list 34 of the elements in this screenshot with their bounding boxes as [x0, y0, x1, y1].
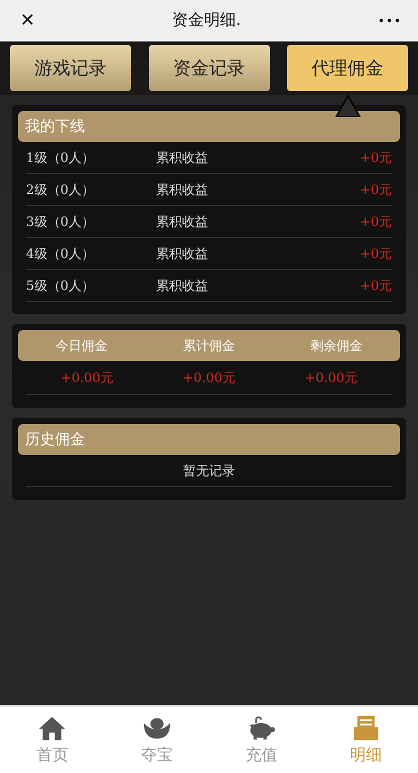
- earnings-label: 累积收益: [156, 246, 209, 262]
- earnings-amount: +0元: [360, 246, 392, 262]
- close-button[interactable]: ✕: [16, 8, 40, 33]
- earnings-label: 累积收益: [156, 182, 209, 198]
- level-label: 4级（0人）: [26, 246, 96, 262]
- level-label: 5级（0人）: [26, 278, 96, 294]
- tab[interactable]: 资金记录: [148, 45, 270, 91]
- tab[interactable]: 代理佣金: [287, 45, 408, 91]
- piggy-bank-icon: [247, 714, 276, 740]
- commission-amount: +0.00元: [60, 370, 114, 386]
- earnings-label: 累积收益: [156, 278, 209, 294]
- commission-amount: +0.00元: [182, 370, 236, 386]
- earnings-label: 累积收益: [156, 150, 209, 166]
- commission-amount: +0.00元: [304, 370, 358, 386]
- document-tray-icon: [352, 714, 380, 740]
- level-label: 3级（0人）: [26, 214, 96, 230]
- level-label: 2级（0人）: [26, 182, 96, 198]
- section-header: 我的下线: [18, 111, 400, 142]
- earnings-label: 累积收益: [156, 214, 209, 230]
- earnings-amount: +0元: [360, 214, 392, 230]
- level-label: 1级（0人）: [26, 150, 96, 166]
- tab[interactable]: 游戏记录: [10, 45, 131, 91]
- more-button[interactable]: •••: [374, 12, 406, 30]
- column-title: 累计佣金: [182, 338, 236, 354]
- section-header: 历史佣金: [18, 424, 400, 455]
- column-title: 今日佣金: [54, 338, 109, 354]
- column-title: 剩余佣金: [309, 338, 364, 354]
- earnings-amount: +0元: [360, 278, 392, 294]
- window-title: 资金明细.: [172, 10, 241, 31]
- empty-message: 暂无记录: [183, 462, 235, 480]
- pointer-icon: [335, 95, 361, 117]
- home-icon: [38, 714, 66, 740]
- earnings-amount: +0元: [360, 150, 392, 166]
- earnings-amount: +0元: [360, 182, 392, 198]
